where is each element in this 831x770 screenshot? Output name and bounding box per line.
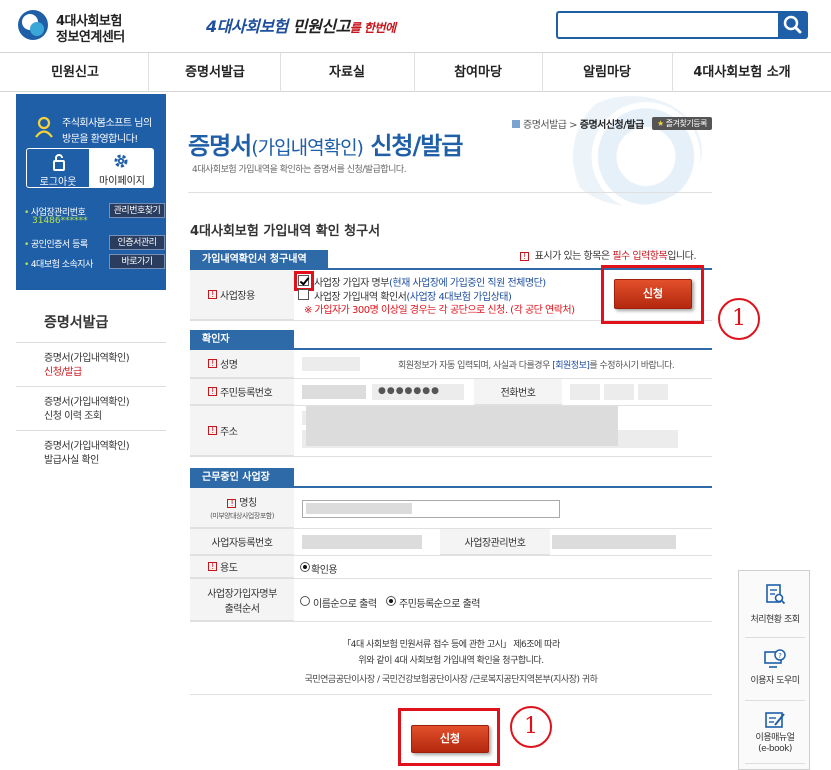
required-note: ! 표시가 있는 항목은 필수 입력항목입니다. — [520, 247, 696, 262]
nav-item-about[interactable]: 4대사회보험 소개 — [672, 53, 812, 92]
nav-item-certificate[interactable]: 증명서발급 — [150, 53, 280, 92]
sidebar-title: 증명서발급 — [44, 315, 109, 331]
address-label: ! 주소 — [190, 406, 294, 456]
highlight-apply-bottom — [398, 708, 500, 766]
company-label: ! 명칭 (미부양대상사업장포함) — [190, 488, 294, 528]
required-mark-icon: ! — [208, 562, 217, 571]
branch-go-button[interactable]: 바로가기 — [109, 254, 165, 269]
nav-item-participation[interactable]: 참여마당 — [414, 53, 542, 92]
bizmgmt-label: 사업장관리번호 — [440, 529, 550, 555]
phone-label: 전화번호 — [474, 379, 562, 405]
cert-register-label: • 공인인증서 등록 — [24, 240, 88, 250]
order-radio-name[interactable] — [300, 596, 310, 606]
required-mark-icon: ! — [208, 290, 217, 299]
bizreg-label: 사업자등록번호 — [190, 529, 294, 555]
logo-icon[interactable] — [18, 10, 48, 40]
sidebar-item-verify[interactable]: 증명서(가입내역확인) 발급사실 확인 — [44, 440, 130, 468]
slogan-part1: 4대사회보험 — [206, 17, 288, 36]
callout-number-bottom: 1 — [510, 706, 552, 748]
required-mark-icon: ! — [520, 251, 529, 261]
sidebar-item-history[interactable]: 증명서(가입내역확인) 신청 이력 조회 — [44, 396, 130, 424]
main-nav: 민원신고 증명서발급 자료실 참여마당 알림마당 4대사회보험 소개 — [0, 52, 831, 92]
nav-item-library[interactable]: 자료실 — [280, 53, 414, 92]
mypage-button[interactable]: 마이페이지 — [90, 148, 154, 188]
logout-button[interactable]: 로그아웃 — [26, 148, 90, 188]
required-mark-icon: ! — [208, 359, 217, 368]
search-icon — [783, 15, 802, 34]
star-icon: ★ — [657, 119, 664, 128]
ebook-edit-icon — [765, 712, 785, 728]
page-description: 4대사회보험 가입내역을 확인하는 증명서를 신청/발급합니다. — [192, 165, 407, 175]
page-title: 증명서(가입내역확인) 신청/발급 — [188, 132, 463, 160]
header-slogan: 4대사회보험 민원신고를 한번에 — [206, 13, 396, 37]
order-option-name: 이름순으로 출력 — [313, 599, 377, 610]
search-input[interactable] — [556, 11, 780, 39]
option-roster[interactable]: 사업장 가입자 명부(현재 사업장에 가입중인 직원 전체명단) — [314, 274, 546, 289]
highlight-checkbox — [294, 271, 314, 291]
quick-user-helper[interactable]: ? 이용자 도우미 — [739, 638, 811, 700]
welcome-user-name: 주식회사봄소프트 님의 — [62, 118, 152, 129]
rrn-masked: ●●●●●●● — [378, 386, 440, 396]
required-mark-icon: ! — [208, 387, 217, 396]
clipboard-search-icon — [766, 584, 786, 605]
mypage-label: 마이페이지 — [99, 176, 145, 187]
required-mark-icon: ! — [227, 498, 237, 508]
address-redacted — [306, 406, 618, 446]
quick-status-lookup[interactable]: 처리현황 조회 — [739, 571, 811, 637]
order-radio-rrn[interactable] — [386, 596, 396, 606]
favorite-button[interactable]: ★ 즐겨찾기등록 — [652, 117, 712, 130]
workplace-label: ! 사업장용 — [190, 270, 294, 320]
slogan-part2: 민원신고 — [287, 17, 350, 36]
order-label: 사업장가입자명부 출력순서 — [190, 579, 294, 621]
section-request-header: 가입내역확인서 청구내역 — [190, 250, 328, 270]
highlight-apply-top — [601, 265, 704, 324]
user-icon — [35, 116, 53, 138]
welcome-panel: 주식회사봄소프트 님의 방문을 환영합니다! 로그아웃 마이페이지 • 사업장관리… — [16, 94, 166, 290]
statement-line3: 국민연금공단이사장 / 국민건강보험공단이사장 /근로복지공단지역본부(지사장)… — [304, 675, 598, 685]
form-title: 4대사회보험 가입내역 확인 청구서 — [190, 224, 381, 239]
purpose-label: ! 용도 — [190, 556, 294, 578]
company-sublabel: (미부양대상사업장포함) — [210, 512, 274, 520]
search-button[interactable] — [778, 11, 808, 39]
purpose-option-label: 확인용 — [311, 565, 338, 576]
rrn-label: ! 주민등록번호 — [190, 379, 294, 405]
section-verifier-header: 확인자 — [190, 330, 294, 350]
cert-manage-button[interactable]: 인증서관리 — [109, 235, 165, 250]
lock-icon — [53, 154, 65, 171]
required-mark-icon: ! — [208, 426, 217, 435]
svg-text:?: ? — [778, 652, 782, 660]
welcome-greeting: 방문을 환영합니다! — [62, 134, 138, 145]
statement-line2: 위와 같이 4대 사회보험 가입내역 확인을 청구합니다. — [358, 656, 544, 666]
section-workplace-header: 근무중인 사업장 — [190, 468, 294, 488]
home-icon[interactable] — [512, 120, 520, 128]
statement-line1: 「4대 사회보험 민원서류 접수 등에 관한 고시」 제6조에 따라 — [342, 640, 560, 650]
callout-number-top: 1 — [718, 298, 760, 340]
logout-label: 로그아웃 — [39, 177, 77, 188]
status-checkbox[interactable] — [298, 289, 309, 300]
slogan-part3: 를 한번에 — [349, 21, 396, 35]
quick-ebook-manual[interactable]: 이용매뉴얼 (e-book) — [739, 701, 811, 763]
quick-menu: 처리현황 조회 ? 이용자 도우미 이용매뉴얼 (e-book) — [738, 570, 810, 770]
branch-label: • 4대보험 소속지사 — [24, 260, 93, 270]
breadcrumb: 증명서발급 > 증명서신청/발급 — [512, 116, 644, 131]
biz-no-value: 31486****** — [32, 216, 88, 226]
site-header: 4대사회보험 정보연계센터 4대사회보험 민원신고를 한번에 — [0, 0, 831, 52]
nav-item-complaint[interactable]: 민원신고 — [0, 53, 150, 92]
nav-item-notice[interactable]: 알림마당 — [542, 53, 672, 92]
order-option-rrn: 주민등록순으로 출력 — [399, 599, 480, 610]
purpose-radio-verify[interactable] — [300, 562, 310, 572]
logo-text-line2[interactable]: 정보연계센터 — [56, 26, 125, 45]
name-label: ! 성명 — [190, 350, 294, 378]
sidebar-item-apply[interactable]: 증명서(가입내역확인) 신청/발급 — [44, 352, 130, 380]
gear-icon — [114, 154, 128, 168]
find-biz-no-button[interactable]: 관리번호찾기 — [109, 203, 165, 218]
monitor-help-icon: ? — [764, 649, 786, 668]
warning-text: ※ 가입자가 300명 이상일 경우는 각 공단으로 신청. (각 공단 연락처… — [304, 305, 575, 316]
name-note: 회원정보가 자동 입력되며, 사실과 다를경우 [회원정보]를 수정하시기 바랍… — [398, 361, 675, 371]
decorative-watermark — [562, 96, 702, 206]
